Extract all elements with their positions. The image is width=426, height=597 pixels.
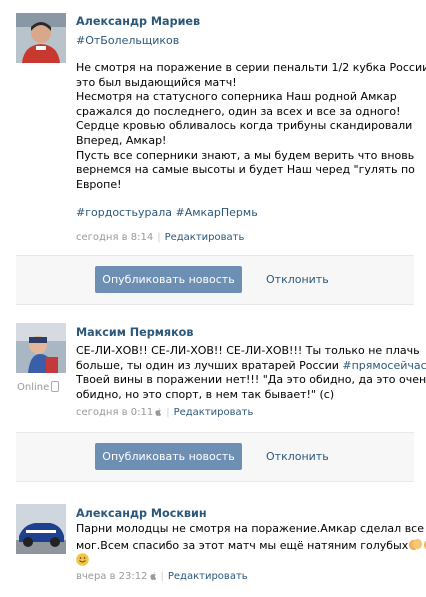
clapping-hands-emoji bbox=[409, 538, 423, 550]
post-text: Парни молодцы не смотря на поражение.Амк… bbox=[76, 522, 426, 569]
edit-link[interactable]: Редактировать bbox=[168, 571, 248, 582]
post-time[interactable]: вчера в 23:12 bbox=[76, 571, 148, 582]
text-line bbox=[76, 553, 410, 569]
avatar[interactable] bbox=[16, 504, 66, 554]
smile-emoji bbox=[76, 553, 89, 566]
post-3: Александр Москвин Парни молодцы не смотр… bbox=[0, 0, 426, 597]
apple-icon bbox=[149, 572, 156, 580]
text-line: мог.Всем спасибо за этот матч мы ещё нат… bbox=[76, 537, 426, 554]
post-author[interactable]: Александр Москвин bbox=[76, 507, 207, 520]
post-meta: вчера в 23:12 | Редактировать bbox=[76, 571, 248, 582]
text-line: Парни молодцы не смотря на поражение.Амк… bbox=[76, 522, 426, 535]
